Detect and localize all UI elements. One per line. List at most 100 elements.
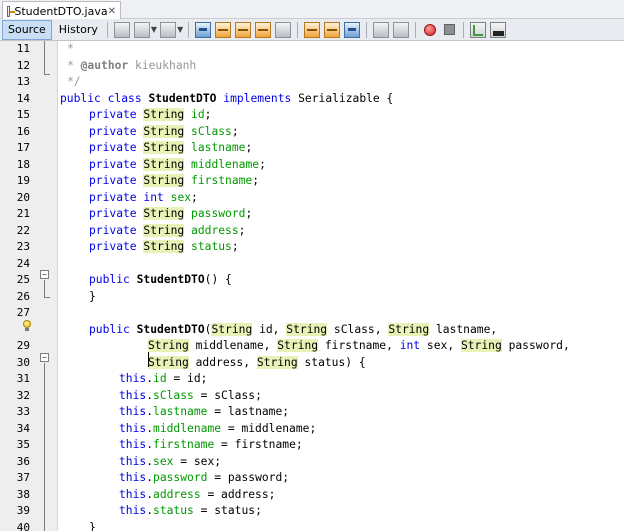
shift-right-icon[interactable] [393, 21, 410, 38]
code-line: private String id; [89, 108, 212, 121]
file-tab-label: StudentDTO.java [14, 4, 108, 18]
history-view-button[interactable]: History [54, 20, 103, 40]
line-number: 21 [16, 207, 30, 220]
line-number: 19 [16, 174, 30, 187]
shift-left-icon[interactable] [373, 21, 390, 38]
code-line: } [89, 289, 96, 303]
find-previous-icon[interactable] [215, 21, 232, 38]
line-number: 14 [16, 91, 30, 105]
code-line: private String firstname; [89, 174, 260, 187]
line-number: 26 [16, 289, 30, 303]
source-view-button[interactable]: Source [2, 19, 52, 40]
code-line: public class StudentDTO implements Seria… [60, 91, 394, 105]
chevron-down-icon[interactable]: ▼ [177, 25, 183, 34]
code-line: private String middlename; [89, 157, 266, 171]
forward-icon[interactable] [160, 21, 177, 38]
code-line: this.lastname = lastname; [119, 405, 290, 418]
line-number: 40 [16, 520, 30, 531]
code-line: */ [67, 75, 81, 88]
uncomment-icon[interactable] [490, 21, 507, 38]
toggle-highlight-icon[interactable] [255, 21, 272, 38]
fold-toggle-icon[interactable]: − [40, 270, 49, 279]
line-number: 15 [16, 108, 30, 121]
code-line: this.address = address; [119, 487, 276, 501]
line-number: 35 [16, 438, 30, 451]
editor-toolbar: Source History ▼ ▼ [0, 19, 624, 41]
code-line: private String lastname; [89, 141, 253, 154]
line-number: 20 [16, 190, 30, 204]
editor-tab-bar: StudentDTO.java ✕ [0, 0, 624, 20]
line-number: 22 [16, 223, 30, 237]
stop-macro-recording-icon[interactable] [444, 24, 456, 35]
line-number: 29 [16, 339, 30, 352]
find-selection-icon[interactable] [195, 21, 212, 38]
line-number: 36 [16, 454, 30, 468]
toolbar-separator [415, 21, 417, 38]
line-number: 23 [16, 240, 30, 253]
line-number: 37 [16, 471, 30, 484]
line-number: 31 [16, 372, 30, 385]
code-line: private int sex; [89, 190, 198, 204]
code-line: this.firstname = firstname; [119, 438, 303, 451]
code-line: private String address; [89, 223, 246, 237]
chevron-down-icon[interactable]: ▼ [151, 25, 157, 34]
line-number: 30 [16, 355, 30, 369]
code-editor[interactable]: 11 12 13 14 15 16 17 18 19 20 21 22 23 2… [0, 41, 624, 531]
back-icon[interactable] [133, 21, 150, 38]
code-line: String middlename, String firstname, int… [148, 339, 570, 352]
line-number: 13 [16, 75, 30, 88]
close-icon[interactable]: ✕ [108, 6, 116, 17]
code-line: public StudentDTO() { [89, 273, 232, 286]
line-number: 18 [16, 157, 30, 171]
fold-toggle-icon[interactable]: − [40, 353, 49, 362]
line-number: 11 [16, 42, 30, 55]
code-line: this.id = id; [119, 372, 208, 385]
fold-guide [44, 280, 45, 297]
code-line: this.status = status; [119, 504, 262, 517]
line-number: 25 [16, 273, 30, 286]
line-number-gutter: 11 12 13 14 15 16 17 18 19 20 21 22 23 2… [0, 41, 58, 531]
lightbulb-icon[interactable] [22, 320, 32, 332]
line-number: 32 [16, 388, 30, 402]
toolbar-separator [366, 21, 368, 38]
last-edit-icon[interactable] [113, 21, 130, 38]
toolbar-separator [297, 21, 299, 38]
code-line: } [89, 520, 96, 531]
comment-icon[interactable] [470, 21, 487, 38]
fold-end-marker [44, 297, 50, 298]
code-line: this.sex = sex; [119, 454, 222, 468]
code-line: private String sClass; [89, 124, 239, 138]
text-caret [148, 352, 149, 367]
next-bookmark-icon[interactable] [324, 21, 341, 38]
fold-guide [44, 363, 45, 531]
code-line: this.password = password; [119, 471, 290, 484]
line-number: 38 [16, 487, 30, 501]
toggle-rectangular-selection-icon[interactable] [275, 21, 292, 38]
line-number: 12 [16, 58, 30, 72]
code-line: * [67, 42, 74, 55]
fold-guide [44, 41, 45, 74]
toolbar-separator [106, 21, 108, 38]
java-file-icon [7, 5, 16, 17]
line-number: 39 [16, 504, 30, 517]
code-text-area[interactable]: * * @author kieukhanh */ public class St… [59, 41, 624, 531]
code-line: private String password; [89, 207, 253, 220]
file-tab-studentdto[interactable]: StudentDTO.java ✕ [2, 1, 121, 20]
toggle-bookmark-icon[interactable] [344, 21, 361, 38]
line-number: 34 [16, 421, 30, 435]
toolbar-separator [188, 21, 190, 38]
start-macro-recording-icon[interactable] [424, 23, 437, 36]
line-number: 24 [16, 256, 30, 270]
code-line: String address, String status) { [148, 355, 366, 369]
code-line: * @author kieukhanh [67, 58, 197, 72]
code-line: this.middlename = middlename; [119, 421, 317, 435]
toolbar-separator [463, 21, 465, 38]
line-number: 17 [16, 141, 30, 154]
line-number: 16 [16, 124, 30, 138]
find-next-icon[interactable] [235, 21, 252, 38]
code-line: private String status; [89, 240, 239, 253]
fold-end-marker [44, 74, 50, 75]
code-line: this.sClass = sClass; [119, 388, 262, 402]
previous-bookmark-icon[interactable] [304, 21, 321, 38]
line-number: 33 [16, 405, 30, 418]
